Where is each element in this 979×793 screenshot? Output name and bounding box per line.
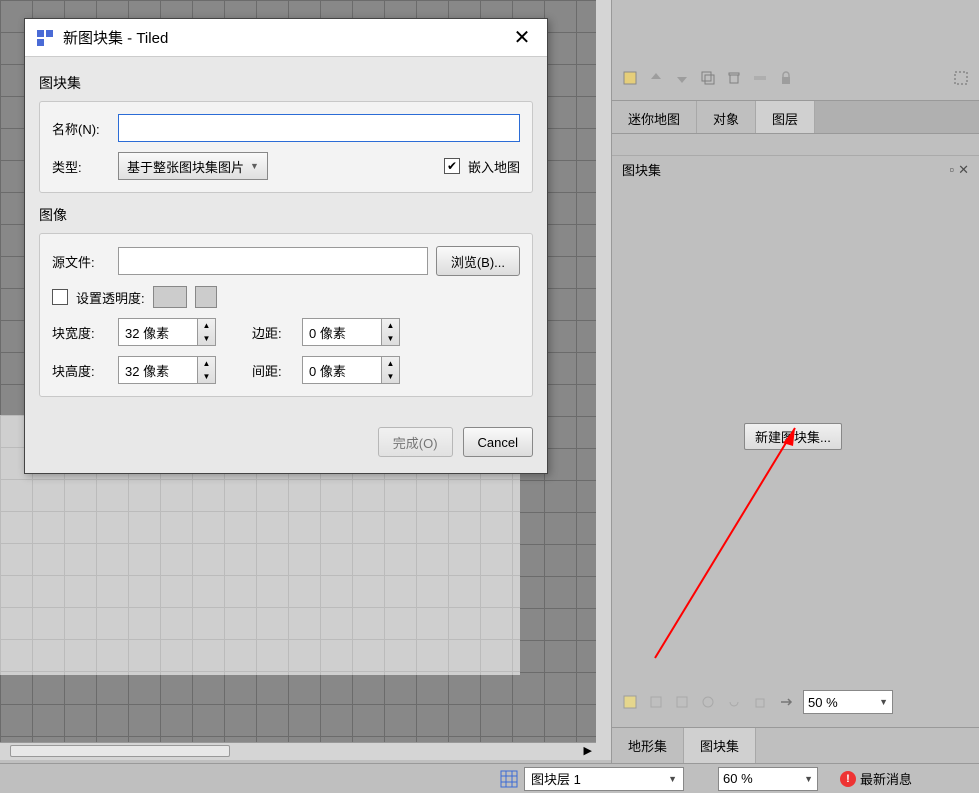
- map-zoom-value: 60 %: [723, 771, 753, 786]
- tileset-toolbar: 50 % ▼: [615, 686, 976, 718]
- close-panel-icon[interactable]: ✕: [958, 162, 969, 178]
- right-panel: 迷你地图 对象 图层 图块集 ▫ ✕ 新建图块集... 50 % ▼ 地形集 图…: [611, 0, 979, 793]
- maximize-icon[interactable]: ▫: [949, 162, 954, 178]
- move-down-icon[interactable]: [673, 69, 691, 87]
- finish-button[interactable]: 完成(O): [378, 427, 453, 457]
- embed-label: 嵌入地图: [468, 157, 520, 176]
- margin-value[interactable]: [302, 318, 382, 346]
- chevron-down-icon: ▼: [879, 697, 888, 707]
- tileset-bottom-tabs: 地形集 图块集: [612, 727, 979, 763]
- vertical-scrollbar[interactable]: [596, 0, 611, 760]
- embed-tileset-icon[interactable]: [647, 693, 665, 711]
- margin-spinner[interactable]: ▲▼: [302, 318, 400, 346]
- tiled-logo-icon: [35, 28, 55, 48]
- duplicate-icon[interactable]: [699, 69, 717, 87]
- transparency-checkbox[interactable]: [52, 289, 68, 305]
- type-label: 类型:: [52, 157, 110, 176]
- tab-objects[interactable]: 对象: [697, 101, 756, 133]
- tileset-group-label: 图块集: [39, 73, 533, 93]
- dynamic-wrap-icon[interactable]: [777, 693, 795, 711]
- scrollbar-thumb[interactable]: [10, 745, 230, 757]
- source-label: 源文件:: [52, 252, 110, 271]
- transparency-picker-button[interactable]: [195, 286, 217, 308]
- current-layer-select[interactable]: 图块层 1 ▼: [524, 767, 684, 791]
- type-select[interactable]: 基于整张图块集图片 ▼: [118, 152, 268, 180]
- grid-icon: [500, 770, 518, 788]
- edit-tileset-icon[interactable]: [699, 693, 717, 711]
- dialog-titlebar[interactable]: 新图块集 - Tiled ✕: [25, 19, 547, 57]
- type-value: 基于整张图块集图片: [127, 157, 244, 176]
- transparency-label: 设置透明度:: [76, 288, 145, 307]
- delete-icon[interactable]: [725, 69, 743, 87]
- margin-label: 边距:: [252, 323, 294, 342]
- chevron-down-icon: ▼: [250, 161, 259, 171]
- new-layer-icon[interactable]: [621, 69, 639, 87]
- browse-button[interactable]: 浏览(B)...: [436, 246, 520, 276]
- tile-width-spinner[interactable]: ▲▼: [118, 318, 216, 346]
- layers-toolbar: [615, 62, 976, 94]
- current-layer-value: 图块层 1: [531, 769, 581, 788]
- alert-icon: !: [840, 771, 856, 787]
- lock-icon[interactable]: [777, 69, 795, 87]
- tab-minimap[interactable]: 迷你地图: [612, 101, 697, 133]
- toggle-icon[interactable]: [751, 69, 769, 87]
- horizontal-scrollbar[interactable]: ▶: [0, 742, 596, 760]
- embed-checkbox[interactable]: ✔: [444, 158, 460, 174]
- export-icon[interactable]: [673, 693, 691, 711]
- dialog-title: 新图块集 - Tiled: [63, 27, 507, 48]
- cancel-button[interactable]: Cancel: [463, 427, 533, 457]
- highlight-icon[interactable]: [952, 69, 970, 87]
- new-tileset-dialog: 新图块集 - Tiled ✕ 图块集 名称(N): 类型: 基于整张图块集图片 …: [24, 18, 548, 474]
- tileset-area: 新建图块集...: [612, 183, 979, 683]
- tileset-group: 名称(N): 类型: 基于整张图块集图片 ▼ ✔ 嵌入地图: [39, 101, 533, 193]
- scroll-right-arrow[interactable]: ▶: [584, 744, 592, 757]
- tab-terrain[interactable]: 地形集: [612, 728, 684, 763]
- name-label: 名称(N):: [52, 119, 110, 138]
- move-up-icon[interactable]: [647, 69, 665, 87]
- tile-height-label: 块高度:: [52, 361, 110, 380]
- chevron-down-icon: ▼: [668, 774, 677, 784]
- tile-height-spinner[interactable]: ▲▼: [118, 356, 216, 384]
- tab-layers[interactable]: 图层: [756, 101, 815, 133]
- new-tileset-icon[interactable]: [621, 693, 639, 711]
- tileset-zoom-value: 50 %: [808, 695, 838, 710]
- tab-tileset[interactable]: 图块集: [684, 728, 756, 763]
- spacing-spinner[interactable]: ▲▼: [302, 356, 400, 384]
- chevron-down-icon: ▼: [804, 774, 813, 784]
- tileset-zoom-select[interactable]: 50 % ▼: [803, 690, 893, 714]
- spacing-label: 间距:: [252, 361, 294, 380]
- image-group-label: 图像: [39, 205, 533, 225]
- spacing-value[interactable]: [302, 356, 382, 384]
- close-button[interactable]: ✕: [507, 23, 537, 53]
- tile-width-label: 块宽度:: [52, 323, 110, 342]
- source-input[interactable]: [118, 247, 428, 275]
- panel-tabs: 迷你地图 对象 图层: [612, 100, 979, 134]
- tile-height-value[interactable]: [118, 356, 198, 384]
- transparency-color-swatch[interactable]: [153, 286, 187, 308]
- news-label: 最新消息: [860, 769, 912, 788]
- tileset-panel-title: 图块集: [622, 160, 661, 179]
- image-group: 源文件: 浏览(B)... 设置透明度: 块宽度: ▲▼ 边距:: [39, 233, 533, 397]
- tile-width-value[interactable]: [118, 318, 198, 346]
- tileset-panel-header: 图块集 ▫ ✕: [612, 155, 979, 183]
- name-input[interactable]: [118, 114, 520, 142]
- news-indicator[interactable]: ! 最新消息: [840, 769, 912, 788]
- reload-icon[interactable]: [725, 693, 743, 711]
- map-zoom-select[interactable]: 60 % ▼: [718, 767, 818, 791]
- delete-tileset-icon[interactable]: [751, 693, 769, 711]
- status-bar: 图块层 1 ▼ 60 % ▼ ! 最新消息: [0, 763, 979, 793]
- new-tileset-button[interactable]: 新建图块集...: [744, 423, 842, 450]
